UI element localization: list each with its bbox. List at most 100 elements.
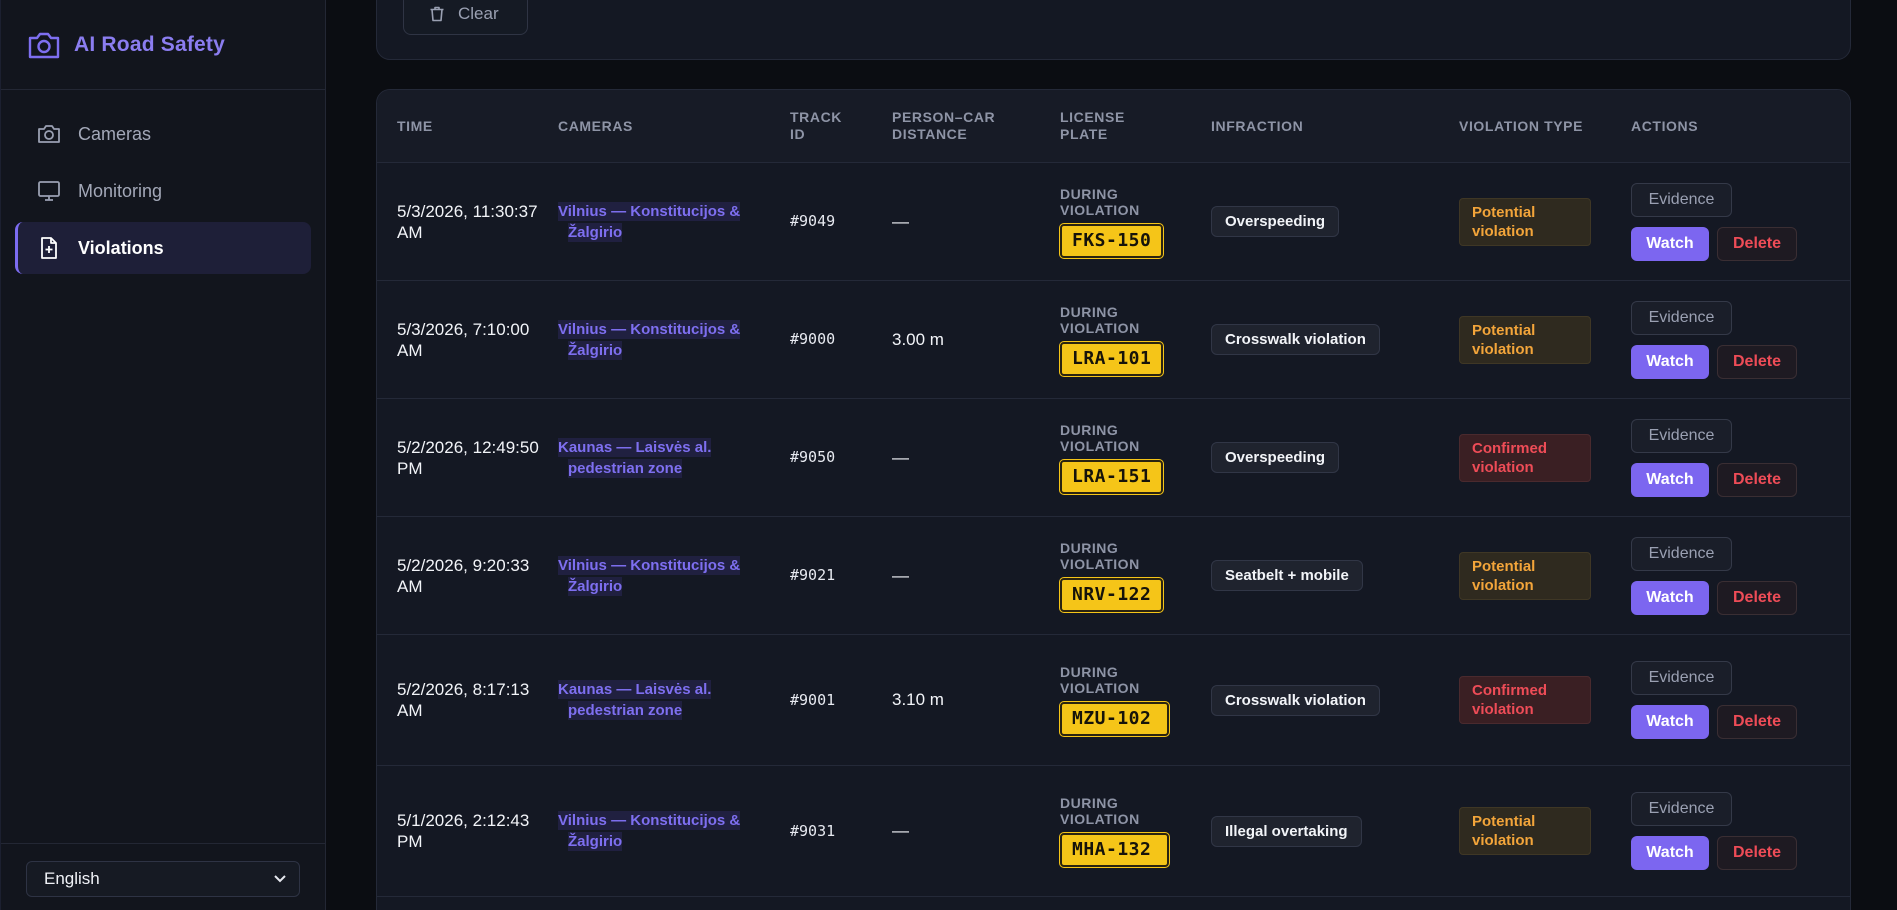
chevron-down-icon [274,875,286,883]
evidence-button[interactable]: Evidence [1631,300,1732,335]
violation-type-badge: Potential violation [1459,551,1591,600]
track-id: #9050 [790,448,836,466]
time-value: 5/3/2026, 7:10:00 AM [397,319,530,360]
delete-button[interactable]: Delete [1717,344,1797,379]
camera-tag[interactable]: Vilnius — Konstitucijos & Žalgirio [558,319,741,360]
distance-value: — [892,821,909,840]
sidebar-item-cameras[interactable]: Cameras [15,108,311,160]
track-cell: #9001 [790,691,892,710]
main-content: Clear TIME CAMERAS TRACK ID PERSON–CAR D… [326,0,1897,910]
track-cell: #9049 [790,212,892,231]
violation-type-badge: Confirmed violation [1459,676,1591,724]
infraction-badge: Crosswalk violation [1211,684,1380,716]
distance-cell: 3.10 m [892,690,1060,710]
language-select[interactable]: English [26,861,300,897]
track-id: #9021 [790,566,836,584]
actions-cell: Evidence Watch Delete [1631,536,1850,615]
evidence-button[interactable]: Evidence [1631,792,1732,826]
time-cell: 5/2/2026, 12:49:50 PM [377,437,558,479]
plate-cell: DURING VIOLATION NRV-122 [1060,540,1211,612]
evidence-button[interactable]: Evidence [1631,661,1732,695]
watch-button[interactable]: Watch [1631,462,1709,497]
evidence-button[interactable]: Evidence [1631,536,1732,571]
time-cell: 5/3/2026, 11:30:37 AM [377,201,558,243]
delete-button[interactable]: Delete [1717,836,1797,870]
camera-icon [38,125,60,143]
infraction-cell: Crosswalk violation [1211,684,1459,716]
violation-type-cell: Potential violation [1459,197,1631,246]
delete-button[interactable]: Delete [1717,226,1797,261]
distance-value: 3.10 m [892,690,944,709]
license-plate: MZU-102 [1060,702,1169,736]
header-track-id[interactable]: TRACK ID [790,109,892,143]
watch-button[interactable]: Watch [1631,226,1709,261]
license-plate: NRV-122 [1060,577,1164,612]
violation-type-cell: Potential violation [1459,315,1631,364]
infraction-cell: Seatbelt + mobile [1211,560,1459,591]
infraction-badge: Seatbelt + mobile [1211,560,1363,591]
track-id: #9000 [790,330,836,348]
distance-cell: — [892,212,1060,232]
clear-button[interactable]: Clear [403,0,528,35]
sidebar: AI Road Safety Cameras Monitoring Violat… [0,0,326,910]
delete-button[interactable]: Delete [1717,462,1797,497]
evidence-button[interactable]: Evidence [1631,418,1732,453]
plate-label: DURING VIOLATION [1060,539,1140,572]
watch-button[interactable]: Watch [1631,344,1709,379]
time-cell: 5/2/2026, 8:17:13 AM [377,679,558,721]
time-cell: 5/1/2026, 2:12:43 PM [377,810,558,852]
header-violation-type[interactable]: VIOLATION TYPE [1459,118,1631,135]
time-value: 5/1/2026, 2:12:43 PM [397,811,530,851]
camera-tag[interactable]: Vilnius — Konstitucijos & Žalgirio [558,811,741,851]
time-cell: 5/3/2026, 7:10:00 AM [377,319,558,361]
camera-tag[interactable]: Kaunas — Laisvės al. pedestrian zone [558,437,712,478]
sidebar-item-monitoring[interactable]: Monitoring [15,165,311,217]
actions-cell: Evidence Watch Delete [1631,661,1850,739]
table-header: TIME CAMERAS TRACK ID PERSON–CAR DISTANC… [377,90,1850,163]
track-cell: #9021 [790,566,892,585]
evidence-button[interactable]: Evidence [1631,182,1732,217]
distance-value: 3.00 m [892,329,944,349]
watch-button[interactable]: Watch [1631,580,1709,615]
watch-button[interactable]: Watch [1631,705,1709,739]
camera-cell: Vilnius — Konstitucijos & Žalgirio [558,201,790,243]
header-cameras[interactable]: CAMERAS [558,118,790,135]
plate-cell: DURING VIOLATION LRA-101 [1060,304,1211,376]
license-plate: LRA-151 [1060,459,1164,494]
delete-button[interactable]: Delete [1717,580,1797,615]
table-body: 5/3/2026, 11:30:37 AM Vilnius — Konstitu… [377,163,1850,897]
brand[interactable]: AI Road Safety [1,0,325,90]
table-row: 5/1/2026, 2:12:43 PM Vilnius — Konstituc… [377,766,1850,897]
actions-cell: Evidence Watch Delete [1631,792,1850,870]
violation-type-cell: Confirmed violation [1459,433,1631,482]
camera-tag[interactable]: Vilnius — Konstitucijos & Žalgirio [558,555,741,596]
header-time[interactable]: TIME [377,116,558,137]
distance-cell: — [892,821,1060,841]
infraction-cell: Crosswalk violation [1211,324,1459,355]
delete-button[interactable]: Delete [1717,705,1797,739]
violation-type-badge: Potential violation [1459,315,1591,364]
plate-cell: DURING VIOLATION MHA-132 [1060,795,1211,867]
distance-value: — [892,565,909,585]
sidebar-item-violations[interactable]: Violations [15,222,311,274]
infraction-cell: Overspeeding [1211,442,1459,473]
track-id: #9031 [790,821,836,840]
header-distance[interactable]: PERSON–CAR DISTANCE [892,109,1060,143]
camera-icon [28,32,60,58]
header-actions: ACTIONS [1631,117,1699,134]
watch-button[interactable]: Watch [1631,836,1709,870]
header-infraction[interactable]: INFRACTION [1211,118,1459,135]
infraction-badge: Overspeeding [1211,206,1340,237]
sidebar-item-label: Monitoring [78,180,163,201]
filter-card: Clear [376,0,1851,60]
camera-tag[interactable]: Kaunas — Laisvės al. pedestrian zone [558,680,712,720]
header-license-plate[interactable]: LICENSE PLATE [1060,109,1211,143]
license-plate: FKS-150 [1060,223,1164,258]
camera-tag[interactable]: Vilnius — Konstitucijos & Žalgirio [558,201,741,242]
infraction-cell: Overspeeding [1211,206,1459,237]
actions-cell: Evidence Watch Delete [1631,418,1850,497]
clear-label: Clear [458,4,499,23]
violation-type-cell: Confirmed violation [1459,676,1631,724]
distance-cell: 3.00 m [892,330,1060,350]
plate-label: DURING VIOLATION [1060,185,1140,218]
